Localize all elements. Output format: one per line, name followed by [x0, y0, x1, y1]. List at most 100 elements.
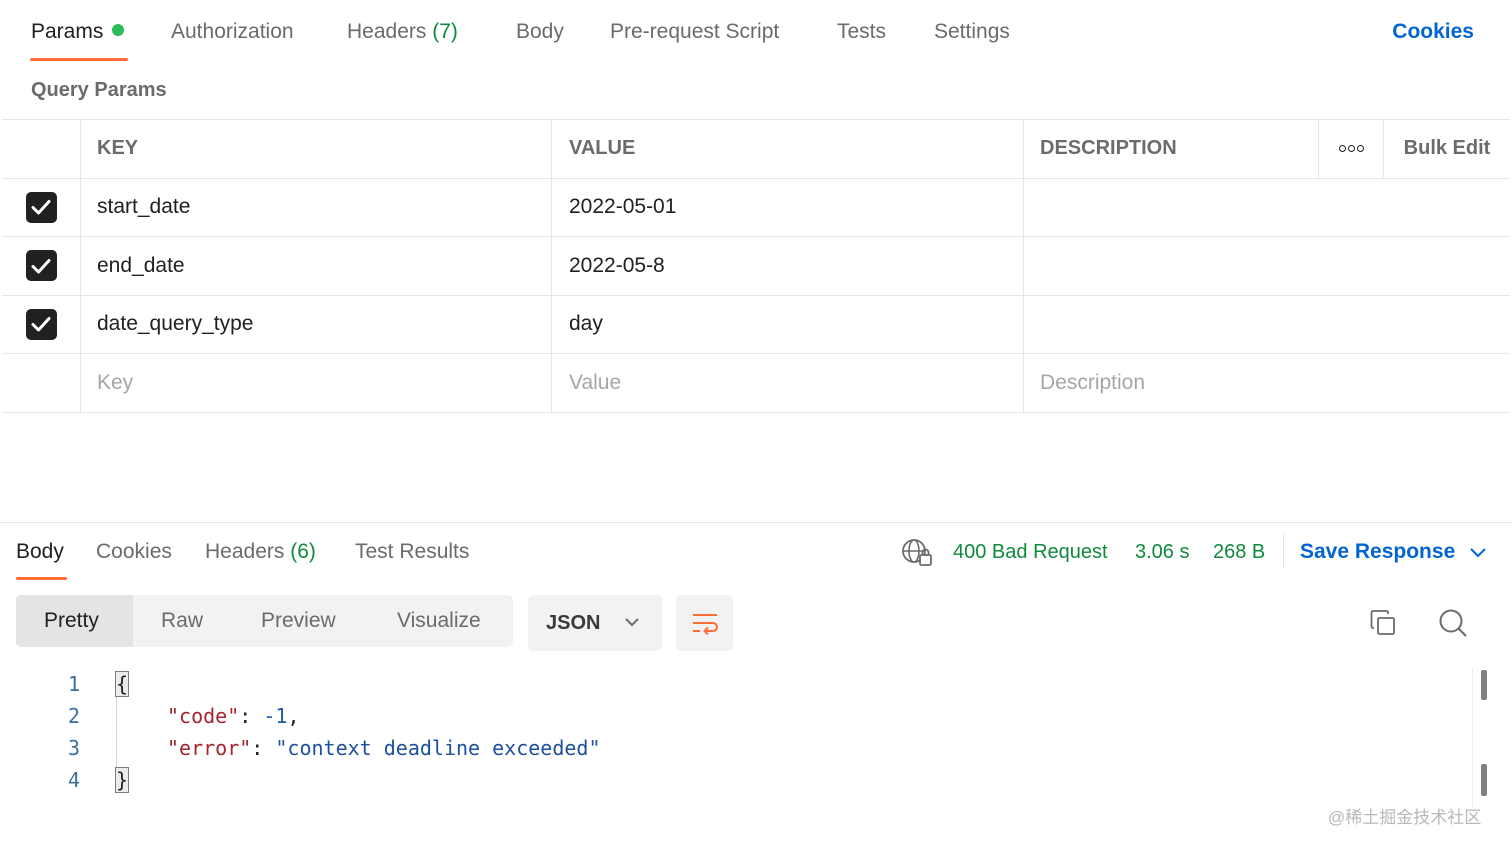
more-options-icon — [1338, 145, 1364, 153]
param-value: 2022-05-01 — [569, 195, 677, 219]
param-checkbox[interactable] — [25, 308, 57, 340]
param-checkbox[interactable] — [25, 191, 57, 223]
save-response-button[interactable]: Save Response — [1300, 540, 1455, 564]
query-params-title: Query Params — [31, 79, 167, 101]
json-comma: , — [287, 704, 300, 728]
response-status[interactable]: 400 Bad Request — [953, 541, 1108, 564]
json-separator: : — [251, 736, 276, 760]
code-line: 2 "code": -1, — [0, 700, 1470, 732]
param-key-cell[interactable]: end_date — [81, 237, 552, 295]
row-check-cell — [2, 178, 81, 236]
header-key: KEY — [81, 120, 552, 178]
bulk-edit-button[interactable]: Bulk Edit — [1384, 120, 1510, 178]
code-line-text: "error": "context deadline exceeded" — [167, 736, 601, 760]
param-description-cell[interactable] — [1024, 237, 1510, 295]
param-value-cell[interactable]: 2022-05-01 — [552, 178, 1024, 236]
tab-headers-count: (7) — [432, 20, 458, 43]
code-scrollbar[interactable] — [1472, 668, 1496, 808]
param-value-cell[interactable]: day — [552, 295, 1024, 353]
response-tab-body[interactable]: Body — [16, 540, 64, 564]
param-key-cell[interactable]: date_query_type — [81, 295, 552, 353]
copy-button[interactable] — [1365, 605, 1401, 641]
new-param-row: Key Value Description — [2, 354, 1510, 413]
code-open-brace: { — [114, 671, 130, 697]
response-tab-test-results[interactable]: Test Results — [355, 540, 469, 564]
json-string-value: "context deadline exceeded" — [275, 736, 601, 760]
header-description: DESCRIPTION — [1040, 137, 1177, 160]
response-size[interactable]: 268 B — [1213, 541, 1265, 564]
row-check-cell — [2, 295, 81, 353]
cookies-link[interactable]: Cookies — [1392, 20, 1474, 44]
json-number-value: -1 — [263, 704, 288, 728]
tab-body[interactable]: Body — [516, 20, 564, 44]
line-number: 1 — [67, 672, 80, 696]
param-key: start_date — [97, 195, 191, 219]
chevron-down-icon — [625, 618, 639, 627]
active-tab-indicator — [30, 58, 128, 61]
view-visualize-button[interactable]: Visualize — [397, 595, 481, 647]
params-active-dot-icon — [112, 24, 125, 36]
response-time[interactable]: 3.06 s — [1135, 541, 1189, 564]
code-line: 3 "error": "context deadline exceeded" — [0, 732, 1470, 764]
new-value-input[interactable]: Value — [552, 354, 1024, 412]
copy-icon — [1370, 610, 1395, 635]
row-check-cell — [2, 237, 81, 295]
new-description-input[interactable]: Description — [1024, 354, 1510, 412]
network-lock-icon[interactable] — [901, 538, 933, 568]
view-pretty-button[interactable]: Pretty — [16, 595, 133, 647]
table-header-row: KEY VALUE DESCRIPTION Bulk Edit — [2, 120, 1510, 179]
format-select[interactable]: JSON — [528, 595, 662, 651]
table-row: end_date 2022-05-8 — [2, 237, 1510, 296]
line-number: 3 — [67, 736, 80, 760]
row-check-cell — [2, 354, 81, 412]
view-preview-button[interactable]: Preview — [261, 595, 336, 647]
code-close-brace: } — [114, 767, 130, 793]
response-headers-count: (6) — [290, 540, 316, 563]
tab-params[interactable]: Params — [31, 20, 125, 44]
json-separator: : — [239, 704, 264, 728]
header-check-cell — [2, 120, 81, 178]
checkmark-icon — [31, 317, 51, 332]
param-value-cell[interactable]: 2022-05-8 — [552, 237, 1024, 295]
status-divider — [1283, 533, 1284, 569]
header-value: VALUE — [552, 120, 1024, 178]
tab-tests[interactable]: Tests — [837, 20, 886, 44]
new-description-placeholder: Description — [1040, 370, 1146, 394]
search-icon — [1439, 609, 1467, 637]
param-key-cell[interactable]: start_date — [81, 178, 552, 236]
code-line: 1 { — [0, 668, 1470, 700]
chevron-down-icon[interactable] — [1468, 545, 1488, 559]
tab-pre-request-script[interactable]: Pre-request Script — [610, 20, 779, 44]
response-tab-headers-label: Headers — [205, 540, 285, 563]
new-key-input[interactable]: Key — [81, 354, 552, 412]
param-description-cell[interactable] — [1024, 179, 1510, 237]
response-divider[interactable] — [0, 522, 1512, 523]
wrap-lines-icon — [692, 614, 718, 635]
scrollbar-thumb-bottom[interactable] — [1481, 764, 1487, 796]
tab-headers-label: Headers — [347, 20, 427, 43]
scrollbar-thumb-top[interactable] — [1481, 670, 1487, 700]
response-tab-headers[interactable]: Headers (6) — [205, 540, 316, 564]
param-value: 2022-05-8 — [569, 253, 665, 277]
new-key-placeholder: Key — [97, 370, 134, 394]
watermark: @稀土掘金技术社区 — [1328, 808, 1482, 827]
response-tab-cookies[interactable]: Cookies — [96, 540, 172, 564]
table-row: date_query_type day — [2, 295, 1510, 354]
param-checkbox[interactable] — [25, 250, 57, 282]
query-params-table: KEY VALUE DESCRIPTION Bulk Edit start_da… — [2, 119, 1510, 413]
tab-settings[interactable]: Settings — [934, 20, 1010, 44]
search-button[interactable] — [1435, 605, 1471, 641]
view-mode-group: Pretty Raw Preview Visualize — [16, 595, 513, 647]
view-raw-button[interactable]: Raw — [161, 595, 203, 647]
line-number: 2 — [67, 704, 80, 728]
new-value-placeholder: Value — [569, 370, 622, 394]
checkmark-icon — [31, 200, 51, 215]
checkmark-icon — [31, 258, 51, 274]
format-select-value: JSON — [546, 611, 601, 634]
wrap-lines-button[interactable] — [676, 595, 733, 651]
tab-headers[interactable]: Headers (7) — [347, 20, 458, 44]
param-value: day — [569, 312, 603, 336]
tab-authorization[interactable]: Authorization — [171, 20, 294, 44]
param-description-cell[interactable] — [1024, 296, 1510, 354]
column-options-button[interactable] — [1318, 120, 1384, 178]
